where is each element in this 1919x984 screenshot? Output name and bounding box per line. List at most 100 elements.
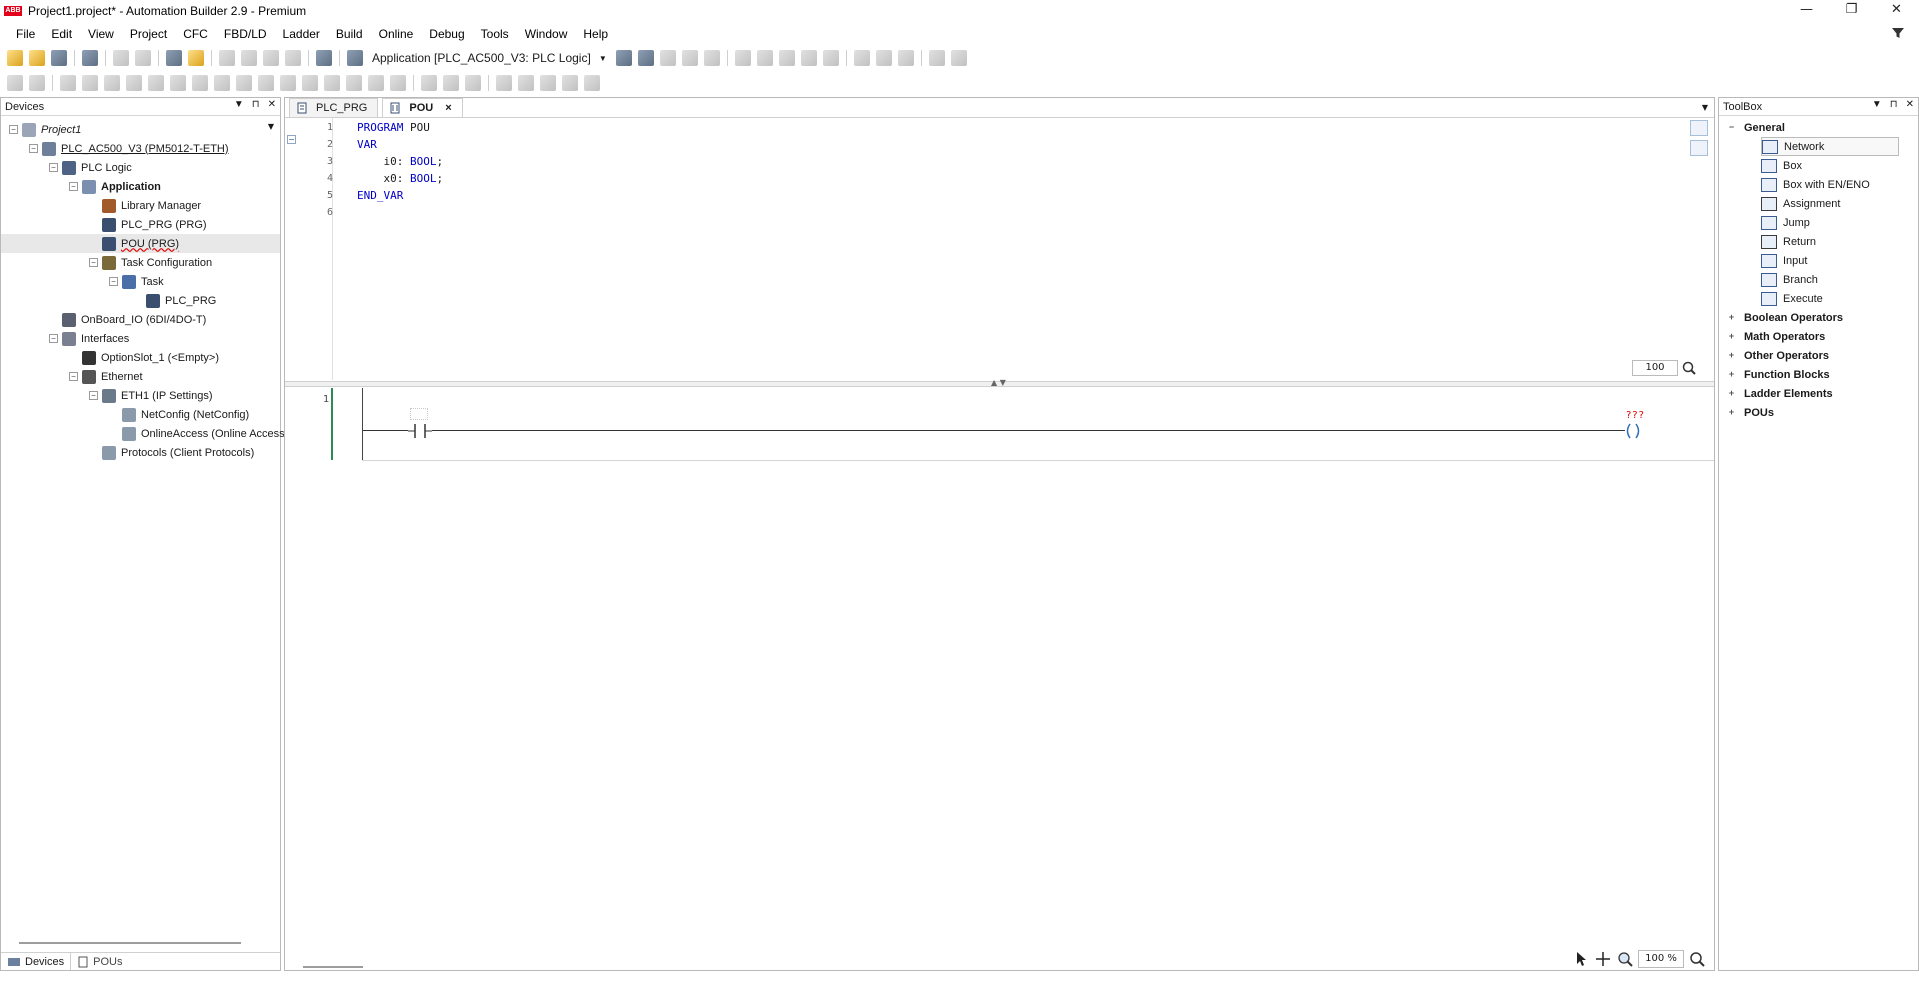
- open-project-icon[interactable]: [29, 50, 45, 66]
- toolbox-item[interactable]: Execute: [1761, 289, 1823, 308]
- declaration-editor[interactable]: − 1 PROGRAM POU 2 VAR 3 i0: BOOL; 4 x0: BOOL;…: [285, 118, 1714, 380]
- close-window-button[interactable]: ✕: [1874, 0, 1919, 22]
- collapse-icon[interactable]: −: [29, 144, 38, 153]
- toolbox-category[interactable]: + Math Operators: [1727, 327, 1825, 346]
- collapse-icon[interactable]: −: [69, 372, 78, 381]
- tabs-dropdown-icon[interactable]: ▼: [1702, 103, 1708, 112]
- insert-box-empty-icon[interactable]: [280, 75, 296, 91]
- tree-node[interactable]: − Ethernet: [1, 367, 143, 386]
- contact-icon[interactable]: [408, 423, 432, 439]
- tree-node[interactable]: − Interfaces: [1, 329, 129, 348]
- insert-network-icon[interactable]: [7, 75, 23, 91]
- toolbox-category[interactable]: + Ladder Elements: [1727, 384, 1833, 403]
- panel-close-icon[interactable]: ✕: [1906, 99, 1914, 110]
- align-left-icon[interactable]: [496, 75, 512, 91]
- collapse-icon[interactable]: −: [49, 334, 58, 343]
- insert-box-en-icon[interactable]: [258, 75, 274, 91]
- collapse-icon[interactable]: −: [1727, 123, 1736, 132]
- collapse-icon[interactable]: −: [49, 163, 58, 172]
- menu-tools[interactable]: Tools: [473, 27, 517, 41]
- replace-icon[interactable]: [188, 50, 204, 66]
- tree-node[interactable]: PLC_PRG (PRG): [1, 215, 207, 234]
- expand-icon[interactable]: +: [1727, 332, 1736, 341]
- tree-node[interactable]: Protocols (Client Protocols): [1, 443, 254, 462]
- zoom-options-icon[interactable]: [1688, 950, 1706, 968]
- prev-bookmark-icon[interactable]: [263, 50, 279, 66]
- expand-icon[interactable]: +: [1727, 313, 1736, 322]
- bookmark-icon[interactable]: [219, 50, 235, 66]
- clear-bookmarks-icon[interactable]: [285, 50, 301, 66]
- toolbox-category[interactable]: + Boolean Operators: [1727, 308, 1843, 327]
- collapse-icon[interactable]: −: [89, 391, 98, 400]
- editor-splitter[interactable]: ▲ ▼: [285, 378, 1714, 387]
- new-project-icon[interactable]: [7, 50, 23, 66]
- coil-variable[interactable]: ???: [1626, 410, 1645, 421]
- insert-contact-right-icon[interactable]: [104, 75, 120, 91]
- toolbox-category[interactable]: + Other Operators: [1727, 346, 1829, 365]
- set-coil-icon[interactable]: [192, 75, 208, 91]
- pointer-icon[interactable]: [1572, 950, 1590, 968]
- branch-icon[interactable]: [390, 75, 406, 91]
- menu-file[interactable]: File: [8, 27, 43, 41]
- tab-pou[interactable]: POU ×: [382, 98, 463, 117]
- textual-view-icon[interactable]: [1690, 120, 1708, 136]
- collapse-icon[interactable]: −: [89, 258, 98, 267]
- tree-node[interactable]: OnBoard_IO (6DI/4DO-T): [1, 310, 206, 329]
- start-icon[interactable]: [681, 50, 698, 66]
- force-values-icon[interactable]: [950, 50, 967, 66]
- undo-icon[interactable]: [113, 50, 129, 66]
- expand-icon[interactable]: +: [1727, 351, 1736, 360]
- negate-icon[interactable]: [421, 75, 437, 91]
- maximize-button[interactable]: ❐: [1829, 0, 1874, 22]
- run-to-cursor-icon[interactable]: [800, 50, 817, 66]
- toolbox-item[interactable]: Box with EN/ENO: [1761, 175, 1870, 194]
- toolbox-item[interactable]: Jump: [1761, 213, 1810, 232]
- menu-project[interactable]: Project: [122, 27, 175, 41]
- tab-pous[interactable]: POUs: [71, 953, 128, 970]
- set-reset-icon[interactable]: [465, 75, 481, 91]
- toolbox-item[interactable]: Input: [1761, 251, 1807, 270]
- menu-fbd-ld[interactable]: FBD/LD: [216, 27, 275, 41]
- minimize-button[interactable]: —: [1784, 0, 1829, 22]
- reset-coil-icon[interactable]: [214, 75, 230, 91]
- settings-icon[interactable]: [659, 50, 676, 66]
- editor-horizontal-scrollbar[interactable]: [303, 966, 363, 968]
- expand-icon[interactable]: +: [1727, 370, 1736, 379]
- assignment-icon[interactable]: [60, 75, 76, 91]
- align-top-icon[interactable]: [518, 75, 534, 91]
- tree-node[interactable]: PLC_PRG: [1, 291, 216, 310]
- toggle-parallel-icon[interactable]: [584, 75, 600, 91]
- edge-detection-icon[interactable]: [443, 75, 459, 91]
- return-icon[interactable]: [368, 75, 384, 91]
- expand-icon[interactable]: +: [1727, 408, 1736, 417]
- filter-icon[interactable]: [1891, 26, 1905, 40]
- jump-icon[interactable]: [324, 75, 340, 91]
- redo-icon[interactable]: [135, 50, 151, 66]
- toolbox-item[interactable]: Return: [1761, 232, 1816, 251]
- tabular-view-icon[interactable]: [1690, 140, 1708, 156]
- horizontal-scrollbar[interactable]: [19, 942, 241, 944]
- menu-debug[interactable]: Debug: [421, 27, 472, 41]
- pan-icon[interactable]: [1594, 950, 1612, 968]
- menu-cfc[interactable]: CFC: [175, 27, 216, 41]
- tree-node[interactable]: − ETH1 (IP Settings): [1, 386, 213, 405]
- tree-node[interactable]: − Application: [1, 177, 161, 196]
- contact-variable-field[interactable]: [410, 408, 428, 420]
- copy-icon[interactable]: [316, 50, 332, 66]
- stop-icon[interactable]: [703, 50, 720, 66]
- zoom-tool-icon[interactable]: [1616, 950, 1634, 968]
- insert-contact-icon[interactable]: [82, 75, 98, 91]
- collapse-icon[interactable]: −: [69, 182, 78, 191]
- collapse-icon[interactable]: −: [9, 125, 18, 134]
- tree-node[interactable]: − PLC_AC500_V3 (PM5012-T-ETH): [1, 139, 229, 158]
- tree-node[interactable]: Library Manager: [1, 196, 201, 215]
- login-icon[interactable]: [615, 50, 632, 66]
- show-current-statement-icon[interactable]: [853, 50, 870, 66]
- insert-input-icon[interactable]: [302, 75, 318, 91]
- ladder-body[interactable]: 1 ???: [285, 388, 1714, 948]
- save-icon[interactable]: [51, 50, 67, 66]
- panel-close-icon[interactable]: ✕: [268, 99, 276, 110]
- pin-icon[interactable]: ⊓: [252, 99, 260, 110]
- print-icon[interactable]: [82, 50, 98, 66]
- toolbox-category[interactable]: − General: [1727, 118, 1785, 137]
